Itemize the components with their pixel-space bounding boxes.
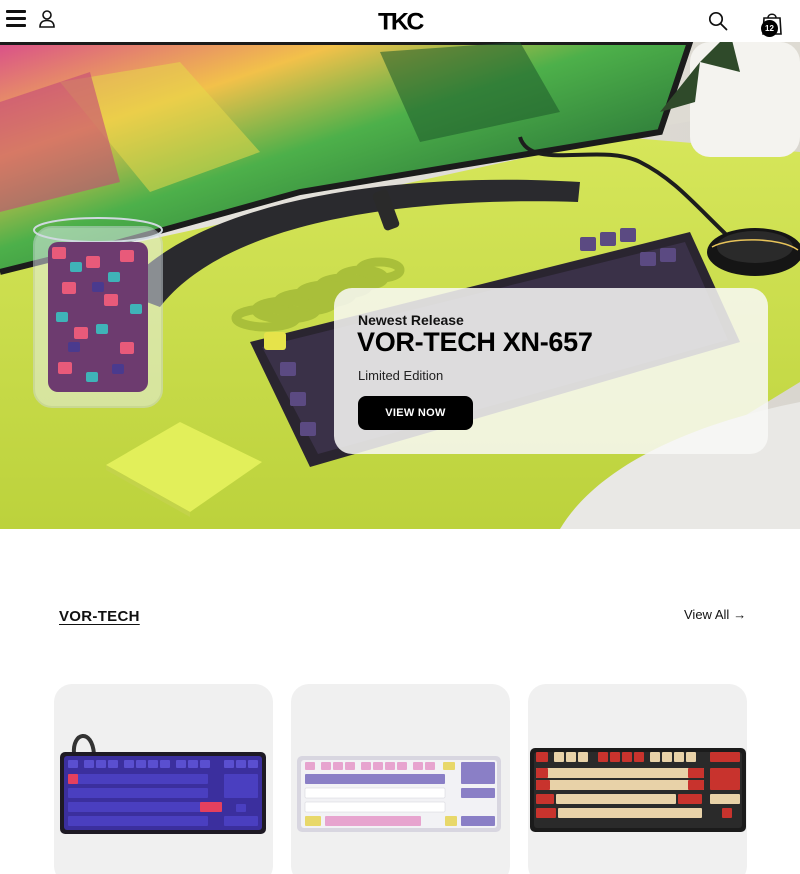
hero-banner: Newest Release VOR-TECH XN-657 Limited E… — [0, 42, 800, 529]
view-all-label: View All — [684, 607, 730, 622]
cart-count-badge: 12 — [761, 20, 778, 37]
arrow-right-icon: → — [733, 607, 747, 622]
site-logo[interactable]: TKC — [350, 9, 450, 37]
user-icon[interactable] — [38, 9, 56, 29]
pastel-tkl-keyboard-image — [297, 756, 501, 832]
hero-eyebrow: Newest Release — [358, 312, 464, 328]
hero-image — [0, 42, 800, 529]
hero-subtitle: Limited Edition — [358, 368, 444, 383]
view-now-button[interactable]: VIEW NOW — [358, 396, 473, 430]
product-card-1[interactable] — [54, 684, 273, 874]
search-icon[interactable] — [708, 11, 728, 31]
product-card-3[interactable] — [528, 684, 747, 874]
site-header: TKC 12 — [0, 0, 800, 42]
purple-tkl-keyboard-image — [60, 734, 266, 834]
menu-icon[interactable] — [6, 10, 26, 28]
view-all-link[interactable]: View All → — [684, 607, 746, 622]
red-beige-keyboard-image — [530, 748, 746, 832]
hero-promo-card: Newest Release VOR-TECH XN-657 Limited E… — [334, 288, 768, 454]
hero-title: VOR-TECH XN-657 — [357, 327, 593, 357]
product-card-2[interactable] — [291, 684, 510, 874]
collection-title-link[interactable]: VOR-TECH — [59, 608, 140, 625]
